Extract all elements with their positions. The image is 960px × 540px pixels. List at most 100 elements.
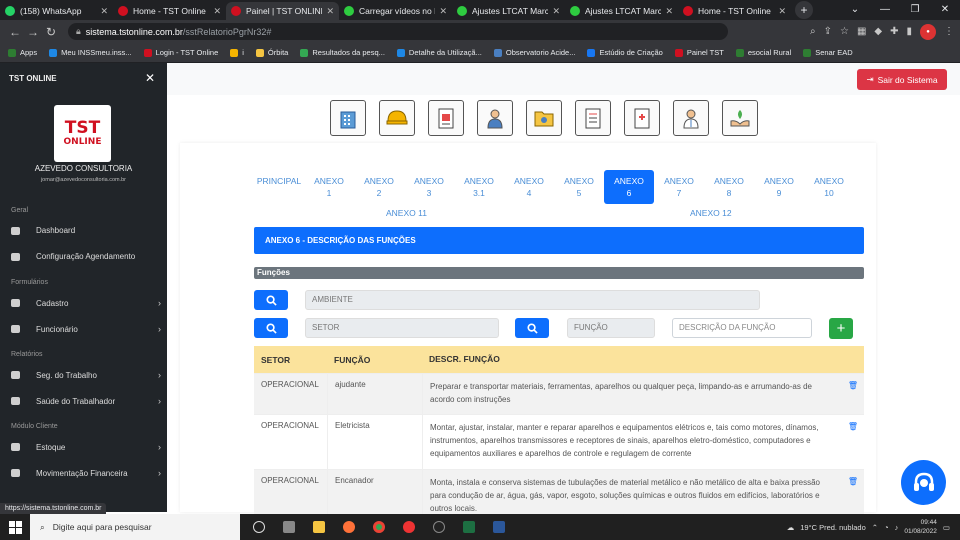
bookmark-item[interactable]: i	[230, 48, 244, 57]
sidebar-item[interactable]: Movimentação Financeira ›	[11, 468, 161, 478]
bookmark-item[interactable]: Observatorio Acide...	[493, 48, 575, 57]
anexo-tab[interactable]: ANEXO 7	[654, 170, 704, 204]
sidebar-item[interactable]: Dashboard	[11, 226, 161, 235]
bookmark-item[interactable]: Apps	[8, 48, 37, 57]
search-icon[interactable]: ⌕	[810, 26, 816, 37]
folder-icon[interactable]	[526, 100, 562, 136]
bookmark-item[interactable]: Meu INSSmeu.inss...	[49, 48, 132, 57]
close-tab-icon[interactable]: ✕	[778, 6, 786, 17]
sidebar-item[interactable]: Saúde do Trabalhador ›	[11, 396, 161, 406]
close-tab-icon[interactable]: ✕	[552, 6, 560, 17]
doctor-icon[interactable]	[673, 100, 709, 136]
close-tab-icon[interactable]: ✕	[326, 6, 334, 17]
checklist-icon[interactable]	[575, 100, 611, 136]
bookmark-item[interactable]: esocial Rural	[735, 48, 791, 57]
sidebar-item[interactable]: Configuração Agendamento	[11, 252, 161, 261]
trash-icon[interactable]: 🗑︎	[842, 374, 864, 414]
profile-avatar[interactable]: ●	[920, 23, 936, 40]
close-window-icon[interactable]: ✕	[930, 0, 960, 20]
app-icon[interactable]	[398, 514, 420, 540]
helmet-icon[interactable]	[379, 100, 415, 136]
bookmark-item[interactable]: Senar EAD	[803, 48, 853, 57]
browser-tab[interactable]: Carregar vídeos no Fi ✕	[339, 2, 452, 20]
search-setor-button[interactable]	[254, 318, 288, 338]
sidebar-item[interactable]: Seg. do Trabalho ›	[11, 370, 161, 380]
ambiente-field[interactable]: AMBIENTE	[305, 290, 760, 310]
bookmark-item[interactable]: Órbita	[255, 48, 288, 57]
sidebar-item[interactable]: Estoque ›	[11, 442, 161, 452]
browser-tab[interactable]: Ajustes LTCAT Marcio ✕	[452, 2, 565, 20]
app-icon[interactable]	[428, 514, 450, 540]
reload-icon[interactable]: ↻	[42, 25, 60, 39]
star-icon[interactable]: ☆	[840, 26, 849, 37]
care-plant-icon[interactable]	[722, 100, 758, 136]
network-icon[interactable]: ◔	[884, 523, 889, 532]
setor-field[interactable]: SETOR	[305, 318, 499, 338]
close-tab-icon[interactable]: ✕	[213, 6, 221, 17]
report-icon[interactable]	[428, 100, 464, 136]
file-explorer-icon[interactable]	[308, 514, 330, 540]
anexo-tab[interactable]: ANEXO 3	[404, 170, 454, 204]
extension-icon[interactable]: ◆	[874, 26, 882, 37]
browser-tab[interactable]: Painel | TST ONLINE ✕	[226, 2, 339, 20]
trash-icon[interactable]: 🗑︎	[842, 415, 864, 469]
anexo-tab[interactable]: ANEXO 1	[304, 170, 354, 204]
anexo-tab[interactable]: ANEXO 10	[804, 170, 854, 204]
close-tab-icon[interactable]: ✕	[665, 6, 673, 17]
add-button[interactable]: +	[829, 318, 853, 339]
support-chat-button[interactable]	[901, 460, 946, 505]
anexo-tab[interactable]: ANEXO 8	[704, 170, 754, 204]
widgets-icon[interactable]	[278, 514, 300, 540]
volume-icon[interactable]: ♪	[895, 523, 899, 532]
notification-icon[interactable]: ▭	[943, 523, 950, 532]
sidepanel-icon[interactable]: ▮	[906, 26, 912, 37]
medical-report-icon[interactable]	[624, 100, 660, 136]
close-icon[interactable]: ✕	[145, 71, 155, 85]
search-funcao-button[interactable]	[515, 318, 549, 338]
taskbar-search[interactable]: ⌕ Digite aqui para pesquisar	[30, 514, 240, 540]
sidebar-item[interactable]: Funcionário ›	[11, 324, 161, 334]
browser-tab[interactable]: Home - TST Online ✕	[678, 2, 791, 20]
close-tab-icon[interactable]: ✕	[100, 6, 108, 17]
puzzle-icon[interactable]: ✚	[890, 26, 898, 37]
clock[interactable]: 09:44 01/08/2022	[904, 518, 937, 536]
bookmark-item[interactable]: Estúdio de Criação	[587, 48, 663, 57]
bookmark-item[interactable]: Painel TST	[674, 48, 724, 57]
windows-start-icon[interactable]	[0, 514, 30, 540]
anexo-tab[interactable]: ANEXO 3.1	[454, 170, 504, 204]
descricao-field[interactable]: DESCRIÇÃO DA FUNÇÃO	[672, 318, 812, 338]
chrome-icon[interactable]	[368, 514, 390, 540]
worker-icon[interactable]	[477, 100, 513, 136]
extension-icon[interactable]: ▦	[857, 26, 866, 37]
anexo-tab[interactable]: ANEXO 5	[554, 170, 604, 204]
share-icon[interactable]: ⇪	[824, 26, 832, 37]
anexo-tab[interactable]: ANEXO 6	[604, 170, 654, 204]
browser-tab[interactable]: Home - TST Online ✕	[113, 2, 226, 20]
logout-button[interactable]: ⇥ Sair do Sistema	[857, 69, 947, 90]
forward-icon[interactable]: →	[24, 25, 42, 39]
bookmark-item[interactable]: Detalhe da Utilizaçã...	[396, 48, 482, 57]
task-view-icon[interactable]	[248, 514, 270, 540]
chevron-up-icon[interactable]: ⌃	[872, 523, 878, 532]
search-ambiente-button[interactable]	[254, 290, 288, 310]
anexo-tab[interactable]: ANEXO 9	[754, 170, 804, 204]
browser-tab[interactable]: Ajustes LTCAT Marcio ✕	[565, 2, 678, 20]
trash-icon[interactable]: 🗑︎	[842, 470, 864, 515]
firefox-icon[interactable]	[338, 514, 360, 540]
new-tab-button[interactable]: +	[795, 1, 813, 19]
anexo-tab[interactable]: ANEXO 12	[690, 208, 732, 218]
minimize-icon[interactable]: —	[870, 0, 900, 20]
url-input[interactable]: 🔒︎ sistema.tstonline.com.br/sstRelatorio…	[68, 23, 728, 40]
bookmark-item[interactable]: Resultados da pesq...	[300, 48, 385, 57]
menu-icon[interactable]: ⋮	[944, 26, 954, 37]
excel-icon[interactable]	[458, 514, 480, 540]
browser-tab[interactable]: (158) WhatsApp ✕	[0, 2, 113, 20]
funcao-field[interactable]: FUNÇÃO	[567, 318, 655, 338]
word-icon[interactable]	[488, 514, 510, 540]
back-icon[interactable]: ←	[6, 25, 24, 39]
building-icon[interactable]	[330, 100, 366, 136]
bookmark-item[interactable]: Login - TST Online	[143, 48, 218, 57]
sidebar-item[interactable]: Cadastro ›	[11, 298, 161, 308]
anexo-tab[interactable]: ANEXO 2	[354, 170, 404, 204]
chevron-down-icon[interactable]: ⌄	[840, 0, 870, 20]
